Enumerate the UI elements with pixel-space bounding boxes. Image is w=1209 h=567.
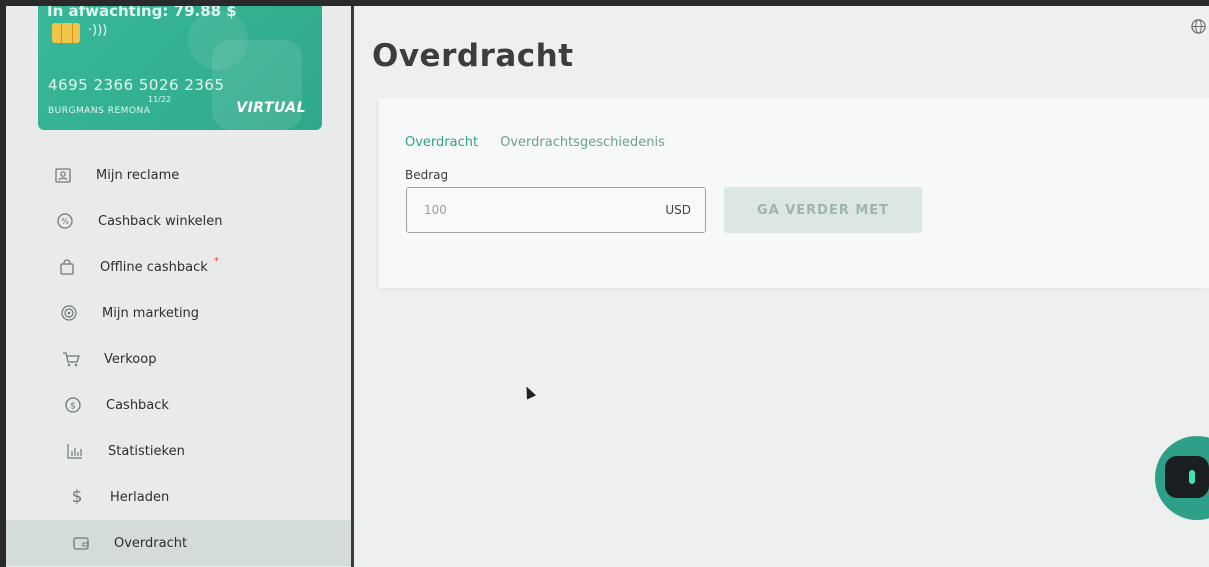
sidebar-item-verkoop[interactable]: Verkoop <box>6 336 351 382</box>
sidebar-item-mijn-marketing[interactable]: Mijn marketing <box>6 290 351 336</box>
page-title: Overdracht <box>372 38 574 74</box>
tab-overdrachtsgeschiedenis[interactable]: Overdrachtsgeschiedenis <box>500 135 665 150</box>
card-number: 4695 2366 5026 2365 <box>48 76 225 94</box>
card-holder: BURGMANS REMONA <box>48 106 151 116</box>
chat-assistant-button[interactable] <box>1155 436 1209 520</box>
sidebar-nav: Mijn reclame % Cashback winkelen Offline… <box>6 152 351 566</box>
contactless-icon: ·))) <box>88 23 108 38</box>
amount-value: 100 <box>424 203 447 217</box>
sidebar-item-label: Offline cashback <box>100 259 208 275</box>
sidebar-item-label: Statistieken <box>108 443 185 459</box>
sidebar-item-cashback-winkelen[interactable]: % Cashback winkelen <box>6 198 351 244</box>
sidebar-item-mijn-reclame[interactable]: Mijn reclame <box>6 152 351 198</box>
new-marker: * <box>213 255 219 267</box>
mouse-cursor-icon <box>521 384 537 400</box>
shopping-bag-icon <box>56 256 78 278</box>
sidebar-item-offline-cashback[interactable]: Offline cashback * <box>6 244 351 290</box>
main-content: Overdracht Overdracht Overdrachtsgeschie… <box>354 6 1209 567</box>
sidebar-item-statistieken[interactable]: Statistieken <box>6 428 351 474</box>
virtual-card[interactable]: In afwachting: 79.88 $ ·))) 4695 2366 50… <box>38 6 322 130</box>
id-card-icon <box>52 164 74 186</box>
sidebar-item-herladen[interactable]: $ Herladen <box>6 474 351 520</box>
sidebar-item-overdracht[interactable]: Overdracht <box>6 520 351 566</box>
screen: In afwachting: 79.88 $ ·))) 4695 2366 50… <box>6 6 1209 567</box>
continue-button[interactable]: GA VERDER MET <box>724 187 922 233</box>
currency-label: USD <box>665 203 691 217</box>
amount-label: Bedrag <box>405 168 449 182</box>
sidebar-item-label: Cashback <box>106 397 169 413</box>
card-type: VIRTUAL <box>236 100 306 116</box>
robot-eye <box>1189 470 1195 484</box>
bar-chart-icon <box>64 440 86 462</box>
tab-overdracht[interactable]: Overdracht <box>405 135 478 150</box>
wallet-icon <box>70 532 92 554</box>
amount-input[interactable]: 100 USD <box>406 187 706 233</box>
svg-text:$: $ <box>70 402 76 412</box>
dollar-icon: $ <box>71 487 83 507</box>
sidebar: In afwachting: 79.88 $ ·))) 4695 2366 50… <box>6 6 354 567</box>
card-pending-balance: In afwachting: 79.88 $ <box>47 6 237 20</box>
sidebar-item-label: Herladen <box>110 489 170 505</box>
sidebar-item-label: Overdracht <box>114 535 188 551</box>
sidebar-item-label: Verkoop <box>104 351 157 367</box>
robot-icon <box>1165 456 1209 498</box>
tab-bar: Overdracht Overdrachtsgeschiedenis <box>405 135 665 150</box>
dollar-circle-icon: $ <box>62 394 84 416</box>
discount-badge-icon: % <box>54 210 76 232</box>
cart-icon <box>60 348 82 370</box>
marketing-swirl-icon <box>58 302 80 324</box>
sidebar-item-label: Mijn reclame <box>96 167 180 183</box>
sidebar-item-label: Mijn marketing <box>102 305 200 321</box>
card-expiry: 11/22 <box>148 95 172 104</box>
sidebar-item-label: Cashback winkelen <box>98 213 223 229</box>
sidebar-item-cashback[interactable]: $ Cashback <box>6 382 351 428</box>
chip-icon <box>52 23 80 43</box>
transfer-panel: Overdracht Overdrachtsgeschiedenis Bedra… <box>379 98 1209 288</box>
svg-text:%: % <box>61 217 69 226</box>
globe-icon[interactable] <box>1190 18 1207 39</box>
